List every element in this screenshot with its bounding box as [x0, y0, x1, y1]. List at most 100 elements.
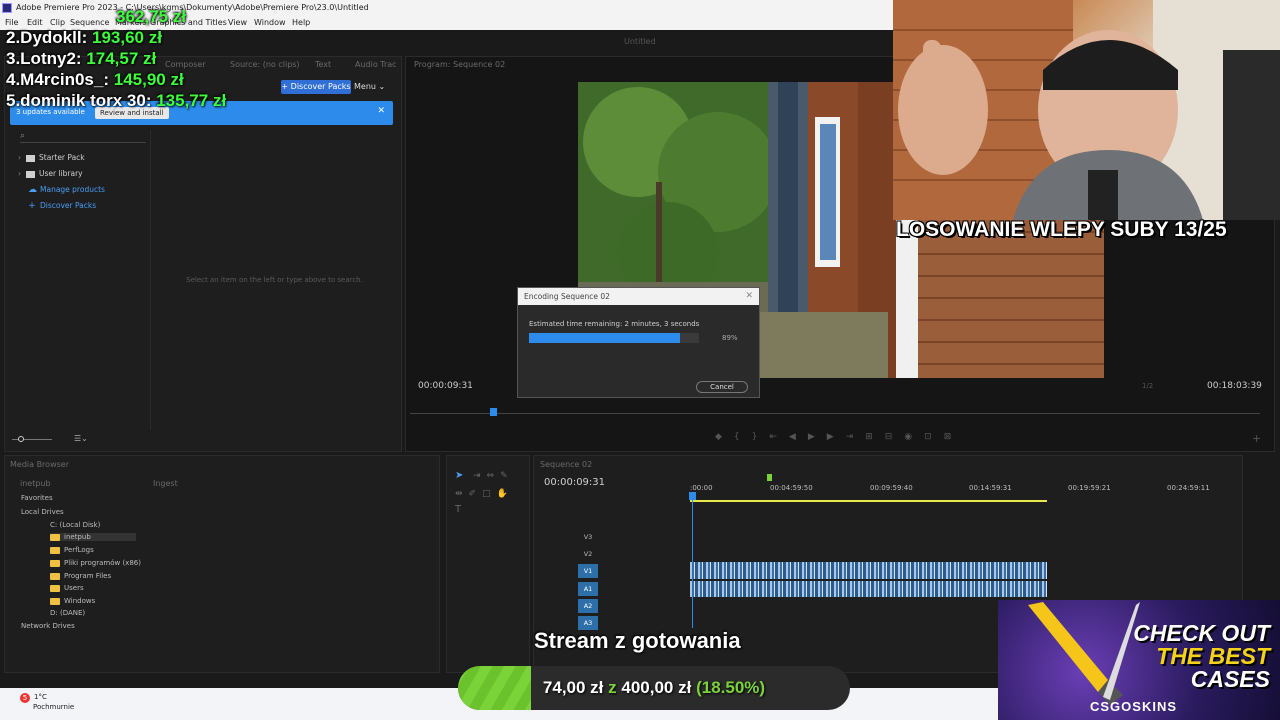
plus-icon[interactable]: + — [1252, 432, 1261, 445]
program-timecode-duration: 00:18:03:39 — [1207, 381, 1262, 391]
discover-packs-button[interactable]: + Discover Packs — [281, 80, 351, 94]
manage-products-label: Manage products — [40, 185, 105, 194]
webcam-image — [893, 0, 1280, 220]
tool-icons-row[interactable]: ⇥⇔✎ — [473, 468, 514, 484]
ingest-checkbox[interactable]: Ingest — [153, 479, 178, 488]
tab-audio-track[interactable]: Audio Trac — [355, 60, 397, 69]
notification-badge: 5 — [20, 693, 30, 703]
audio-clips-a1[interactable] — [690, 581, 1047, 597]
leaderboard-row: 5.dominik torx 30: 135,77 zł — [6, 91, 227, 110]
tree-network-drives[interactable]: Network Drives — [21, 622, 75, 630]
track-v3[interactable]: V3 — [578, 530, 598, 544]
playhead-icon[interactable] — [689, 492, 696, 500]
type-tool-icon[interactable]: T — [455, 504, 461, 515]
track-v1[interactable]: V1 — [578, 564, 598, 578]
leaderboard-row: 2.Dydokll: 193,60 zł — [6, 28, 162, 47]
tree-folder-perflogs[interactable]: PerfLogs — [50, 546, 94, 554]
search-hint: Select an item on the left or type above… — [186, 276, 363, 284]
encoding-dialog: Encoding Sequence 02 ✕ Estimated time re… — [517, 287, 760, 398]
track-v2[interactable]: V2 — [578, 547, 598, 561]
user-library-label: User library — [39, 169, 83, 178]
tree-folder-users[interactable]: Users — [50, 584, 84, 592]
goal-target: 400,00 zł — [621, 678, 692, 697]
starter-pack-item[interactable]: › Starter Pack — [18, 153, 85, 162]
video-clips-v1[interactable] — [690, 562, 1047, 579]
webcam-feed — [893, 0, 1280, 220]
tree-folder-program-files[interactable]: Program Files — [50, 572, 111, 580]
folder-icon — [26, 154, 35, 162]
program-scrubber[interactable] — [410, 413, 1260, 414]
project-title: Untitled — [624, 37, 656, 46]
close-icon[interactable]: ✕ — [377, 106, 385, 116]
ruler-label: 00:14:59:31 — [969, 484, 1012, 492]
encoding-title: Encoding Sequence 02 — [524, 292, 610, 301]
tree-folder-pliki-programow[interactable]: Pliki programów (x86) — [50, 559, 141, 567]
program-timecode-current[interactable]: 00:00:09:31 — [418, 381, 473, 391]
chevron-right-icon: › — [18, 153, 21, 162]
tool-icons-row[interactable]: ⇹✐□✋ — [455, 486, 514, 502]
tools-panel: ➤ ⇥⇔✎ ⇹✐□✋ T — [446, 455, 530, 673]
ruler-label: 00:09:59:40 — [870, 484, 913, 492]
tree-folder-inetpub[interactable]: inetpub — [50, 533, 136, 541]
panel-divider[interactable] — [150, 130, 151, 430]
marker-icon[interactable] — [767, 474, 772, 481]
tree-local-drives[interactable]: Local Drives — [21, 508, 64, 516]
stream-title: Stream z gotowania — [534, 628, 741, 653]
tab-sequence[interactable]: Sequence 02 — [540, 460, 592, 469]
track-a1[interactable]: A1 — [578, 582, 598, 596]
tree-drive-c[interactable]: C: (Local Disk) — [50, 521, 100, 529]
tab-program[interactable]: Program: Sequence 02 — [414, 60, 505, 69]
timeline-playhead[interactable] — [692, 493, 693, 628]
folder-icon — [50, 584, 60, 592]
menu-help[interactable]: Help — [292, 16, 310, 30]
tab-media-browser[interactable]: Media Browser — [10, 460, 69, 469]
folder-icon — [50, 597, 60, 605]
ruler-label: 00:19:59:21 — [1068, 484, 1111, 492]
tab-source[interactable]: Source: (no clips) — [230, 60, 300, 69]
ruler-label: 00:04:59:50 — [770, 484, 813, 492]
donation-goal-bar: 74,00 zł z 400,00 zł (18.50%) — [458, 666, 850, 710]
tree-drive-d[interactable]: D: (DANE) — [50, 609, 85, 617]
menu-window[interactable]: Window — [254, 16, 286, 30]
csgoskins-logo: CSGOSKINS — [1090, 699, 1178, 714]
weather-condition: Pochmurnie — [33, 703, 75, 711]
csgoskins-ad: CHECK OUT THE BEST CASES CSGOSKINS — [998, 600, 1280, 720]
goal-current: 74,00 zł — [542, 678, 604, 697]
menu-dropdown[interactable]: Menu ⌄ — [354, 80, 385, 94]
top-donation-amount: 362,75 zł — [116, 7, 186, 26]
resolution-select[interactable]: 1/2 — [1142, 382, 1153, 390]
track-a2[interactable]: A2 — [578, 599, 598, 613]
timeline-timecode[interactable]: 00:00:09:31 — [544, 477, 605, 488]
folder-icon — [50, 572, 60, 580]
library-icon — [26, 170, 35, 178]
discover-packs-link[interactable]: + Discover Packs — [28, 201, 96, 211]
manage-products-link[interactable]: ☁ Manage products — [28, 185, 105, 195]
goal-separator: z — [608, 678, 617, 697]
search-icon: ⌕ — [20, 131, 26, 141]
user-library-item[interactable]: › User library — [18, 169, 83, 178]
transport-controls[interactable]: ◆{}⇤◀▶▶⇥⊞⊟◉⊡⊠ — [715, 432, 963, 442]
weather-widget[interactable]: 5 1°C Pochmurnie — [20, 692, 74, 712]
leaderboard-row: 3.Lotny2: 174,57 zł — [6, 49, 157, 68]
selection-tool-icon[interactable]: ➤ — [455, 468, 463, 484]
work-area-bar[interactable] — [690, 500, 1047, 502]
list-view-icon[interactable]: ☰⌄ — [74, 434, 88, 443]
close-icon[interactable]: ✕ — [745, 288, 753, 305]
tab-text[interactable]: Text — [315, 60, 331, 69]
cloud-icon: ☁ — [28, 185, 37, 195]
playhead-icon[interactable] — [490, 408, 497, 416]
tree-favorites[interactable]: Favorites — [21, 494, 53, 502]
folder-icon — [50, 559, 60, 567]
ad-line-3: CASES — [1190, 666, 1270, 692]
zoom-slider[interactable] — [12, 435, 52, 443]
chevron-right-icon: › — [18, 169, 21, 178]
menu-view[interactable]: View — [228, 16, 247, 30]
encoding-percent: 89% — [722, 334, 738, 342]
tree-folder-windows[interactable]: Windows — [50, 597, 95, 605]
donation-leaderboard: 362,75 zł 2.Dydokll: 193,60 zł 3.Lotny2:… — [6, 6, 226, 111]
library-search-input[interactable]: ⌕ — [20, 131, 146, 143]
plus-icon: + — [28, 201, 36, 211]
media-path-select[interactable]: inetpub — [20, 479, 51, 488]
folder-icon — [50, 533, 60, 541]
cancel-button[interactable]: Cancel — [696, 381, 748, 393]
